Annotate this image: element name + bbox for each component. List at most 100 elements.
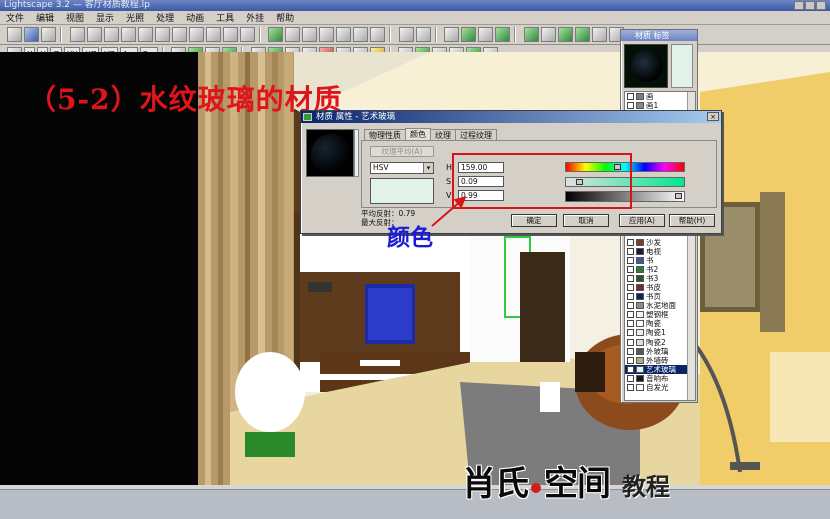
material-list-item[interactable]: 电视 [625,247,695,256]
maximize-button[interactable] [805,1,815,10]
pan-icon[interactable] [319,27,334,42]
walk-icon[interactable] [353,27,368,42]
color-mode-select[interactable]: HSV ▾ [370,162,434,174]
visibility-checkbox[interactable] [627,347,634,355]
visibility-checkbox[interactable] [627,384,634,391]
zoom-icon[interactable] [285,27,300,42]
view-icon[interactable] [103,27,119,42]
hue-input[interactable]: 159.00 [458,162,504,173]
visibility-checkbox[interactable] [627,274,634,282]
material-list-item[interactable]: 沙发 [625,238,695,247]
menu-help[interactable]: 帮助 [270,12,300,26]
visibility-checkbox[interactable] [627,356,634,364]
menu-file[interactable]: 文件 [0,12,30,26]
saturation-slider-thumb[interactable] [576,179,583,185]
visibility-checkbox[interactable] [627,265,634,273]
match-texture-button[interactable]: 纹理平均(A) [370,146,434,157]
hue-slider-thumb[interactable] [614,164,621,170]
menu-edit[interactable]: 编辑 [30,12,60,26]
apply-button[interactable]: 应用(A) [619,214,665,227]
material-list-item[interactable]: 外墙砖 [625,356,695,365]
view-icon[interactable] [205,27,221,42]
visibility-checkbox[interactable] [627,311,634,319]
view-icon[interactable] [188,27,204,42]
visibility-checkbox[interactable] [627,293,634,301]
visibility-checkbox[interactable] [627,338,634,346]
cancel-button[interactable]: 取消 [563,214,609,227]
material-list-item[interactable]: 自发光 [625,383,695,392]
visibility-checkbox[interactable] [627,102,634,110]
view-icon[interactable] [222,27,238,42]
material-label: 自发光 [646,383,669,392]
texture-icon[interactable] [591,27,607,42]
menu-light[interactable]: 光照 [120,12,150,26]
radiosity-icon[interactable] [523,27,539,42]
menu-tools[interactable]: 工具 [210,12,240,26]
visibility-checkbox[interactable] [627,93,634,100]
view-icon[interactable] [69,27,85,42]
material-list-item[interactable]: 塑钢框 [625,310,695,319]
menu-display[interactable]: 显示 [90,12,120,26]
visibility-checkbox[interactable] [627,365,634,373]
hue-slider[interactable] [565,162,685,172]
value-input[interactable]: 0.99 [458,190,504,201]
material-list-item[interactable]: 水泥地面 [625,301,695,310]
zoom-extents-icon[interactable] [398,27,414,42]
minimize-button[interactable] [794,1,804,10]
visibility-checkbox[interactable] [627,238,634,246]
grid-icon[interactable] [444,27,459,42]
visibility-checkbox[interactable] [627,256,634,264]
saturation-slider[interactable] [565,177,685,187]
material-list-item[interactable]: 外玻璃 [625,347,695,356]
material-list-item[interactable]: 画1 [625,101,695,110]
view-icon[interactable] [137,27,153,42]
menu-process[interactable]: 处理 [150,12,180,26]
visibility-checkbox[interactable] [627,329,634,337]
save-icon[interactable] [41,27,56,42]
view-icon[interactable] [86,27,102,42]
visibility-checkbox[interactable] [627,302,634,310]
saturation-input[interactable]: 0.09 [458,176,504,187]
view-icon[interactable] [154,27,170,42]
view-icon[interactable] [120,27,136,42]
material-list-item[interactable]: 画 [625,92,695,101]
visibility-checkbox[interactable] [627,283,634,291]
orbit-icon[interactable] [336,27,351,42]
process-icon[interactable] [540,27,556,42]
material-list-item[interactable]: 书3 [625,274,695,283]
eye-icon[interactable] [268,27,283,42]
visibility-checkbox[interactable] [627,247,634,255]
block-icon[interactable] [478,27,493,42]
close-button[interactable] [816,1,826,10]
mesh-icon[interactable] [557,27,573,42]
material-list-item[interactable]: 音响布 [625,374,695,383]
material-list-item[interactable]: 书2 [625,265,695,274]
material-list-item[interactable]: 书皮 [625,283,695,292]
solid-cube-icon[interactable] [495,27,510,42]
ok-button[interactable]: 确定 [511,214,557,227]
value-slider-thumb[interactable] [675,193,682,199]
material-color-swatch-icon [636,338,644,346]
fit-icon[interactable] [370,27,385,42]
menu-animation[interactable]: 动画 [180,12,210,26]
material-list-item[interactable]: 陶瓷2 [625,338,695,347]
visibility-checkbox[interactable] [627,374,634,382]
light-icon[interactable] [574,27,590,42]
help-button[interactable]: 帮助(H) [669,214,715,227]
new-file-icon[interactable] [7,27,22,42]
layer-icon[interactable] [461,27,476,42]
close-icon[interactable]: × [707,112,719,121]
view-icon[interactable] [171,27,187,42]
zoom-window-icon[interactable] [302,27,317,42]
render-icon[interactable] [415,27,431,42]
material-list-item[interactable]: 艺术玻璃 [625,364,695,374]
material-list-item[interactable]: 书页 [625,292,695,301]
menu-plugins[interactable]: 外挂 [240,12,270,26]
material-list-item[interactable]: 书 [625,256,695,265]
material-list-item[interactable]: 陶瓷1 [625,328,695,337]
value-slider[interactable] [565,191,685,202]
open-file-icon[interactable] [24,27,39,42]
menu-view[interactable]: 视图 [60,12,90,26]
view-icon[interactable] [239,27,255,42]
visibility-checkbox[interactable] [627,320,634,328]
